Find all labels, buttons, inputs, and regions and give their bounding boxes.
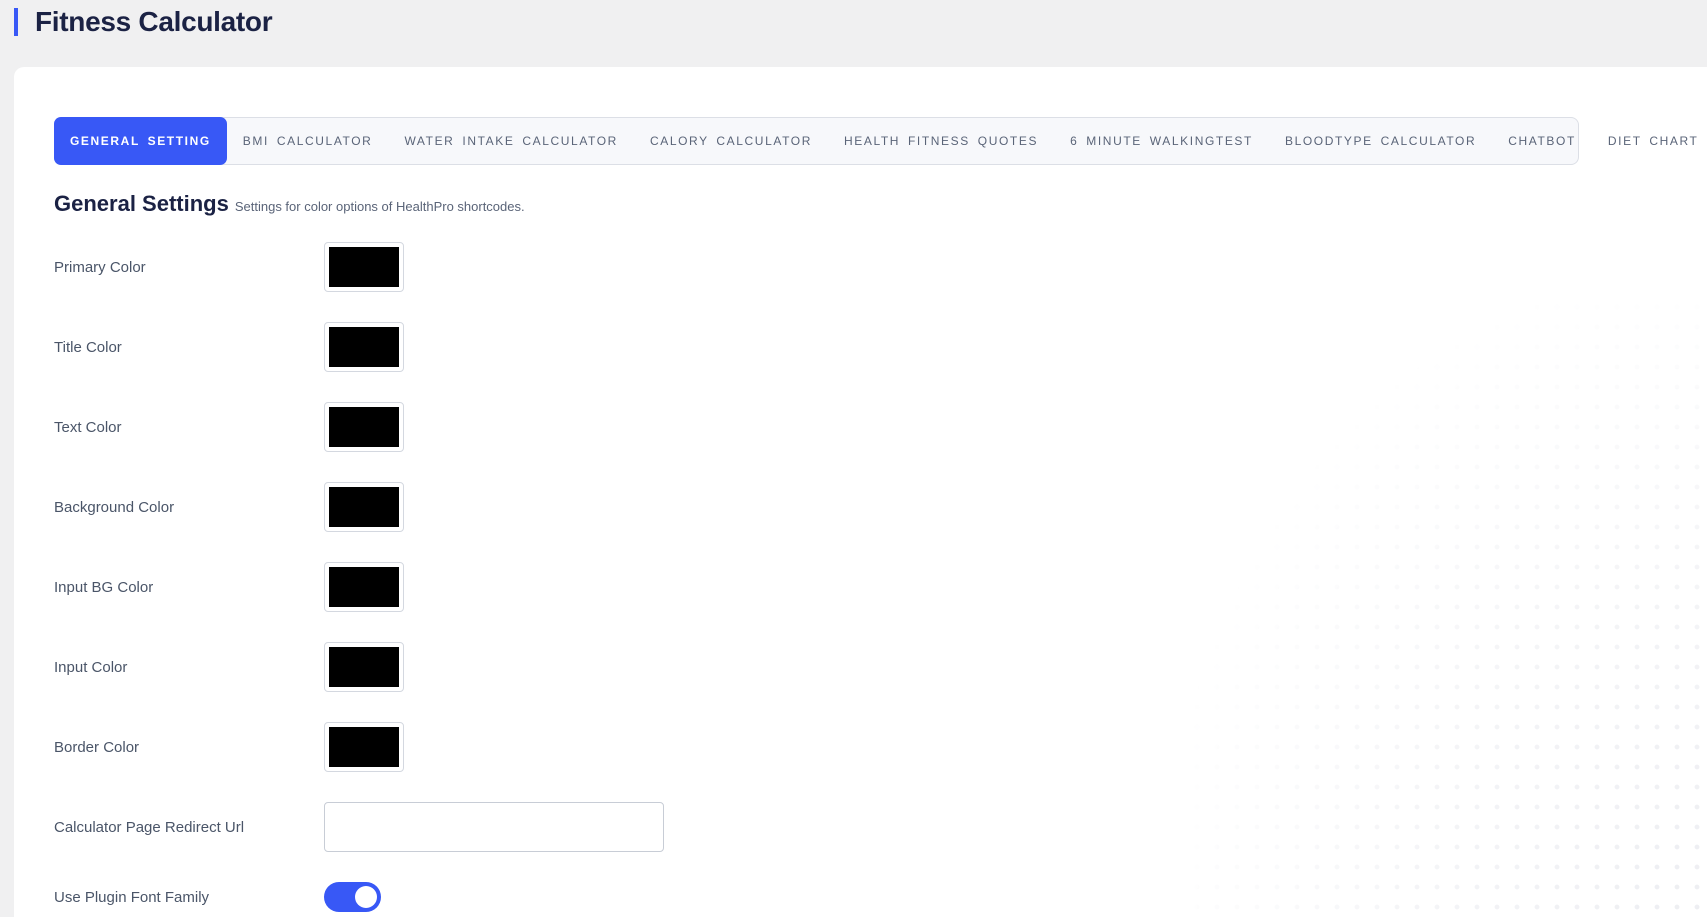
text-color-swatch: [329, 407, 399, 447]
input-bg-color-picker[interactable]: [324, 562, 404, 612]
background-color-label: Background Color: [54, 498, 175, 516]
input-bg-color-row: Input BG Color: [54, 562, 404, 612]
background-color-swatch: [329, 487, 399, 527]
section-description: Settings for color options of HealthPro …: [234, 199, 525, 214]
title-color-label: Title Color: [54, 338, 122, 356]
border-color-swatch: [329, 727, 399, 767]
redirect-url-input[interactable]: [324, 802, 664, 852]
tab-calory-calculator[interactable]: CALORY CALCULATOR: [634, 118, 828, 164]
text-color-picker[interactable]: [324, 402, 404, 452]
border-color-label: Border Color: [54, 738, 140, 756]
border-color-picker[interactable]: [324, 722, 404, 772]
title-accent-bar: [14, 8, 18, 36]
border-color-row: Border Color: [54, 722, 404, 772]
toggle-knob: [355, 886, 377, 908]
tab-bloodtype-calculator[interactable]: BLOODTYPE CALCULATOR: [1269, 118, 1492, 164]
background-color-row: Background Color: [54, 482, 404, 532]
redirect-url-row: Calculator Page Redirect Url: [54, 802, 664, 852]
section-title: General Settings: [54, 191, 229, 216]
section-heading: General Settings Settings for color opti…: [54, 191, 525, 217]
dot-pattern-decoration: [1187, 297, 1707, 917]
page-header: Fitness Calculator: [14, 0, 273, 44]
input-bg-color-swatch: [329, 567, 399, 607]
primary-color-label: Primary Color: [54, 258, 146, 276]
primary-color-row: Primary Color: [54, 242, 404, 292]
title-color-swatch: [329, 327, 399, 367]
primary-color-swatch: [329, 247, 399, 287]
tab-diet-chart[interactable]: DIET CHART: [1592, 118, 1707, 164]
settings-card: GENERAL SETTING BMI CALCULATOR WATER INT…: [14, 67, 1707, 917]
tab-bar: GENERAL SETTING BMI CALCULATOR WATER INT…: [54, 117, 1697, 165]
input-color-row: Input Color: [54, 642, 404, 692]
primary-color-picker[interactable]: [324, 242, 404, 292]
tab-bmi-calculator[interactable]: BMI CALCULATOR: [227, 118, 389, 164]
input-color-label: Input Color: [54, 658, 128, 676]
input-bg-color-label: Input BG Color: [54, 578, 154, 596]
background-color-picker[interactable]: [324, 482, 404, 532]
tab-water-intake-calculator[interactable]: WATER INTAKE CALCULATOR: [388, 118, 634, 164]
text-color-row: Text Color: [54, 402, 404, 452]
page-title: Fitness Calculator: [35, 6, 273, 37]
redirect-url-label: Calculator Page Redirect Url: [54, 818, 245, 836]
text-color-label: Text Color: [54, 418, 122, 436]
tab-6-minute-walkingtest[interactable]: 6 MINUTE WALKINGTEST: [1054, 118, 1269, 164]
input-color-swatch: [329, 647, 399, 687]
tab-health-fitness-quotes[interactable]: HEALTH FITNESS QUOTES: [828, 118, 1054, 164]
title-color-row: Title Color: [54, 322, 404, 372]
plugin-font-toggle[interactable]: [324, 882, 381, 912]
plugin-font-label: Use Plugin Font Family: [54, 888, 210, 906]
tab-general-setting[interactable]: GENERAL SETTING: [54, 117, 227, 165]
input-color-picker[interactable]: [324, 642, 404, 692]
plugin-font-row: Use Plugin Font Family: [54, 882, 381, 912]
title-color-picker[interactable]: [324, 322, 404, 372]
tab-chatbot[interactable]: CHATBOT: [1492, 118, 1592, 164]
